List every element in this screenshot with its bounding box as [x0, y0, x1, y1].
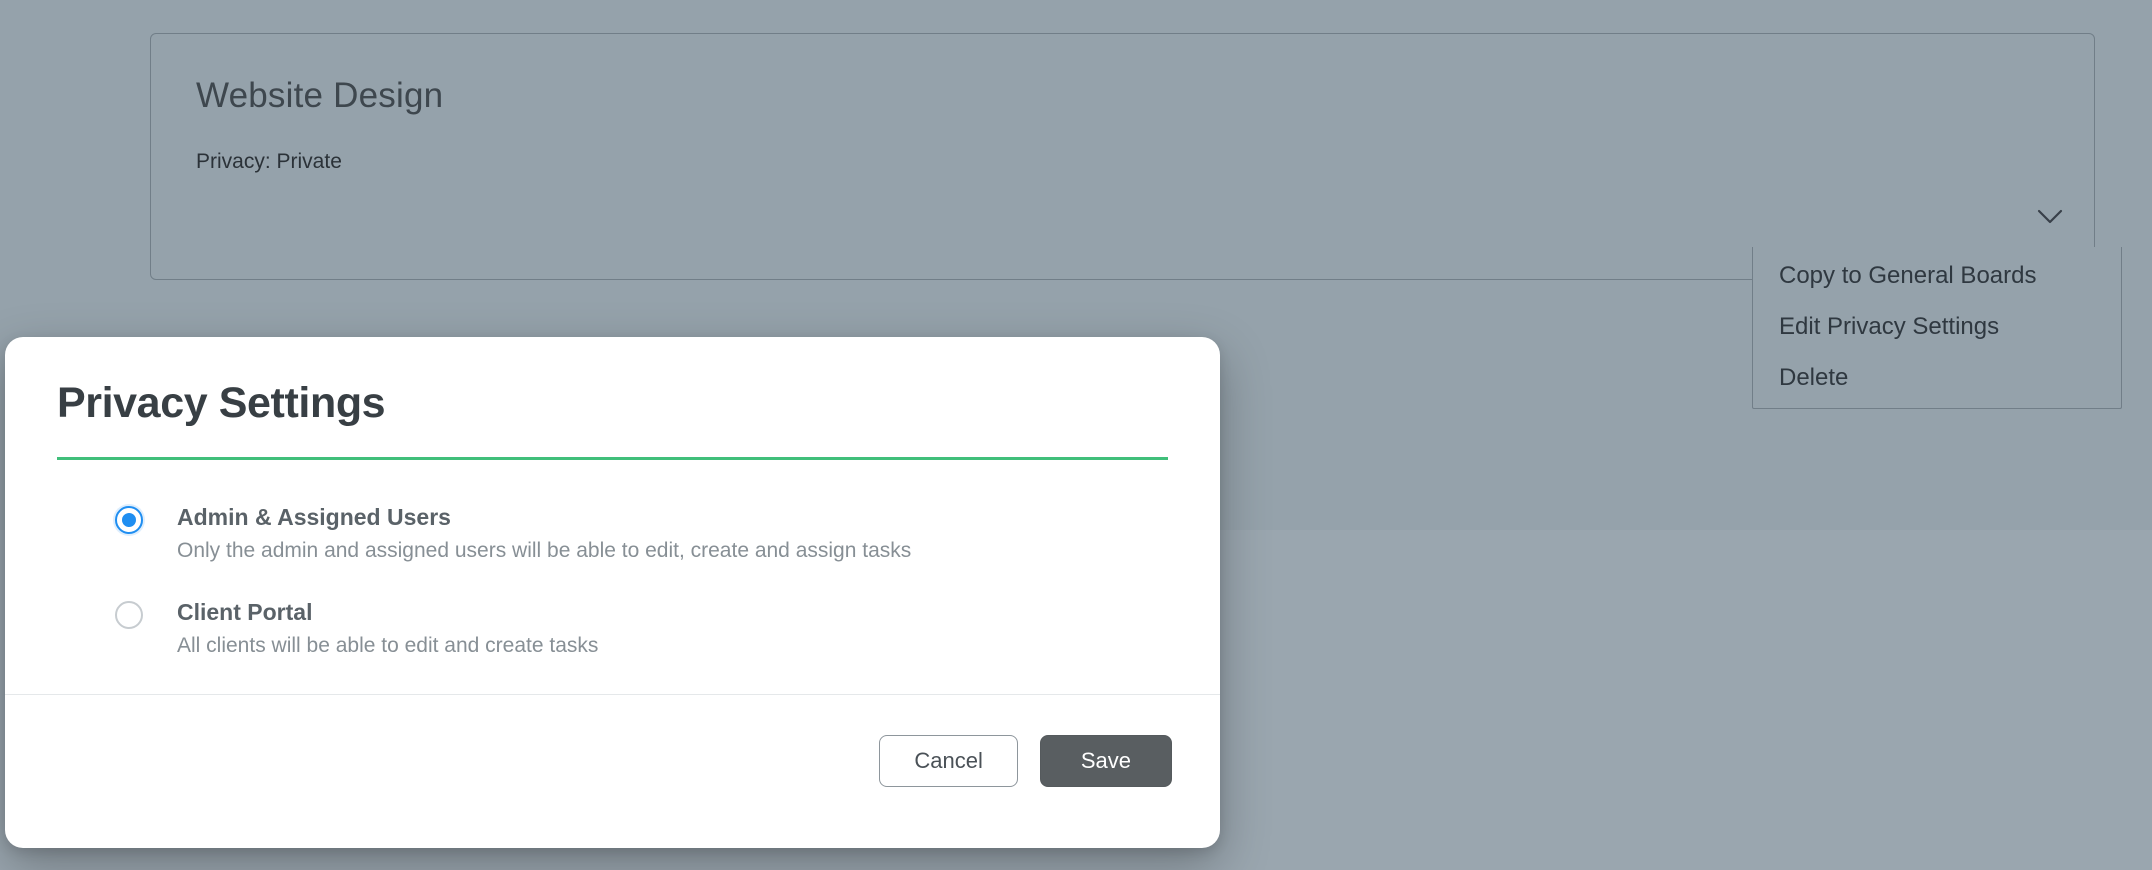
privacy-options: Admin & Assigned Users Only the admin an… — [5, 460, 1220, 658]
privacy-settings-modal: Privacy Settings Admin & Assigned Users … — [5, 337, 1220, 848]
privacy-option-client-portal[interactable]: Client Portal All clients will be able t… — [115, 599, 1168, 658]
option-text: Admin & Assigned Users Only the admin an… — [177, 504, 911, 563]
save-button[interactable]: Save — [1040, 735, 1172, 787]
modal-title: Privacy Settings — [57, 379, 1168, 428]
card-context-menu: Copy to General Boards Edit Privacy Sett… — [1752, 247, 2122, 409]
board-title: Website Design — [196, 76, 2049, 116]
privacy-option-admin-assigned-users[interactable]: Admin & Assigned Users Only the admin an… — [115, 504, 1168, 563]
menu-item-copy-to-general-boards[interactable]: Copy to General Boards — [1753, 247, 2121, 298]
board-privacy-label: Privacy: Private — [196, 150, 2049, 174]
option-title: Client Portal — [177, 599, 598, 626]
card-menu-toggle[interactable] — [2036, 203, 2064, 231]
board-card: Website Design Privacy: Private — [150, 33, 2095, 280]
option-desc: All clients will be able to edit and cre… — [177, 634, 598, 658]
chevron-down-icon — [2037, 209, 2063, 225]
modal-footer: Cancel Save — [5, 695, 1220, 787]
modal-header: Privacy Settings — [5, 337, 1220, 442]
option-title: Admin & Assigned Users — [177, 504, 911, 531]
option-desc: Only the admin and assigned users will b… — [177, 539, 911, 563]
menu-item-delete[interactable]: Delete — [1753, 349, 2121, 408]
option-text: Client Portal All clients will be able t… — [177, 599, 598, 658]
radio-client-portal[interactable] — [115, 601, 143, 629]
cancel-button[interactable]: Cancel — [879, 735, 1017, 787]
menu-item-edit-privacy-settings[interactable]: Edit Privacy Settings — [1753, 298, 2121, 349]
radio-admin-assigned-users[interactable] — [115, 506, 143, 534]
